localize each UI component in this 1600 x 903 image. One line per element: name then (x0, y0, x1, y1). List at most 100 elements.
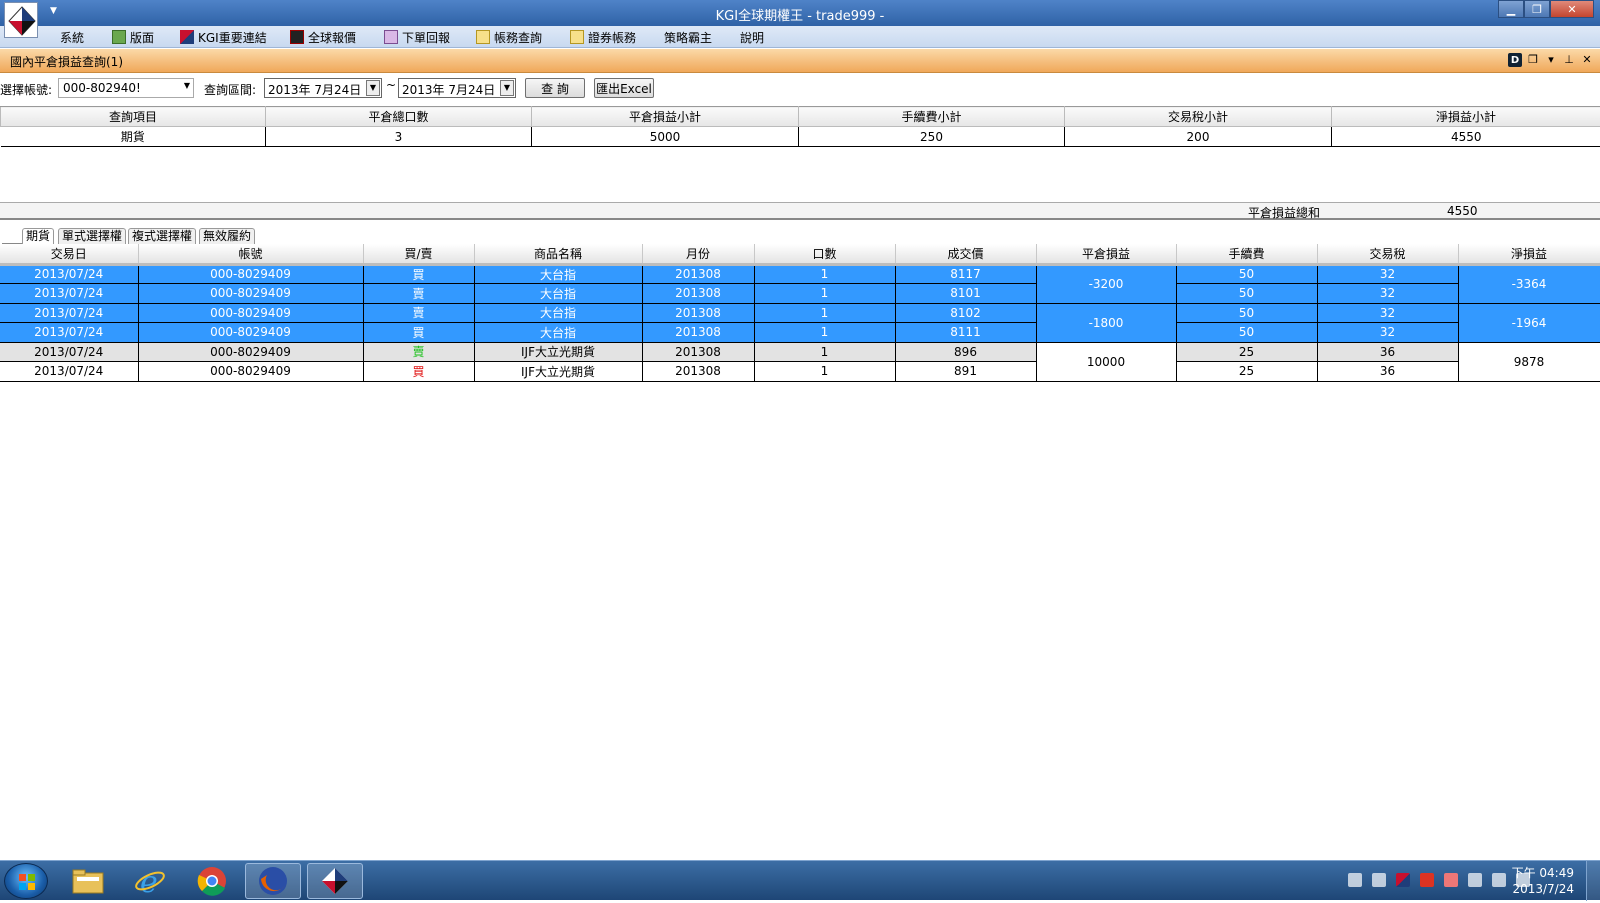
cell-month: 201308 (642, 323, 754, 343)
table-row[interactable]: 2013/07/24 000-8029409 買 IJF大立光期貨 201308… (0, 362, 1600, 382)
kgi-icon[interactable] (307, 863, 363, 899)
tab-strip: 期貨 單式選擇權 複式選擇權 無效履約 (0, 226, 1600, 244)
cell-tax: 32 (1317, 284, 1458, 304)
summary-cell: 4550 (1332, 127, 1600, 147)
column-header-buy-sell[interactable]: 買/賣 (363, 244, 474, 264)
cell-net-pnl: -3364 (1458, 264, 1600, 303)
usb-icon[interactable] (1468, 873, 1482, 887)
cell-month: 201308 (642, 284, 754, 304)
menu-order-report[interactable]: 下單回報 (384, 29, 450, 45)
display-icon[interactable] (1372, 873, 1386, 887)
cell-buy-sell: 買 (363, 323, 474, 343)
window-title: KGI全球期權王 - trade999 - (0, 5, 1600, 24)
cell-buy-sell: 買 (363, 362, 474, 382)
cell-buy-sell: 賣 (363, 303, 474, 323)
order-report-icon (384, 30, 398, 44)
menu-system[interactable]: 系統 (60, 29, 84, 45)
date-to-picker[interactable]: 2013年 7月24日 ▼ (398, 78, 516, 98)
cell-account: 000-8029409 (138, 303, 363, 323)
cell-close-pnl: -3200 (1036, 264, 1176, 303)
volume-icon[interactable] (1348, 873, 1362, 887)
ie-icon[interactable]: e (122, 863, 178, 899)
summary-row[interactable]: 期貨 3 5000 250 200 4550 (1, 127, 1600, 147)
summary-cell: 5000 (532, 127, 799, 147)
column-header-net-pnl[interactable]: 淨損益 (1458, 244, 1600, 264)
show-desktop-button[interactable] (1586, 861, 1600, 901)
cell-fee: 50 (1176, 303, 1317, 323)
folder-icon[interactable] (60, 863, 116, 899)
cell-price: 8102 (895, 303, 1036, 323)
menu-kgi-links[interactable]: KGI重要連結 (180, 29, 267, 45)
cell-lots: 1 (754, 362, 895, 382)
chevron-down-icon: ▼ (184, 81, 190, 90)
security-icon[interactable] (1444, 873, 1458, 887)
column-header-account[interactable]: 帳號 (138, 244, 363, 264)
kgi-tray-icon[interactable] (1396, 873, 1410, 887)
column-header-price[interactable]: 成交價 (895, 244, 1036, 264)
calendar-dropdown-icon[interactable]: ▼ (500, 80, 514, 96)
table-row[interactable]: 2013/07/24 000-8029409 買 大台指 201308 1 81… (0, 264, 1600, 284)
cell-lots: 1 (754, 342, 895, 362)
pin-icon[interactable]: ⊥ (1562, 53, 1576, 67)
query-button[interactable]: 查 詢 (525, 78, 585, 98)
panel-close-icon[interactable]: ✕ (1580, 53, 1594, 67)
calendar-dropdown-icon[interactable]: ▼ (366, 80, 380, 96)
column-header-lots[interactable]: 口數 (754, 244, 895, 264)
summary-header[interactable]: 交易稅小計 (1065, 107, 1332, 127)
cell-close-pnl: -1800 (1036, 303, 1176, 342)
tab-invalid-exercise[interactable]: 無效履約 (199, 228, 255, 244)
summary-header[interactable]: 手續費小計 (799, 107, 1065, 127)
column-header-close-pnl[interactable]: 平倉損益 (1036, 244, 1176, 264)
float-window-icon[interactable]: ❐ (1526, 53, 1540, 67)
d-icon[interactable]: D (1508, 53, 1522, 67)
export-excel-button[interactable]: 匯出Excel (594, 78, 654, 98)
column-header-tax[interactable]: 交易稅 (1317, 244, 1458, 264)
panel-menu-dropdown-icon[interactable]: ▾ (1544, 53, 1558, 67)
summary-header[interactable]: 平倉總口數 (266, 107, 532, 127)
column-header-product[interactable]: 商品名稱 (474, 244, 642, 264)
cell-close-pnl: 10000 (1036, 342, 1176, 381)
tab-single-options[interactable]: 單式選擇權 (58, 228, 126, 244)
menu-layout[interactable]: 版面 (112, 29, 154, 45)
summary-header[interactable]: 查詢項目 (1, 107, 266, 127)
minimize-button[interactable]: ▁ (1498, 0, 1524, 18)
menu-global-quotes[interactable]: 全球報價 (290, 29, 356, 45)
cell-date: 2013/07/24 (0, 362, 138, 382)
cell-price: 8111 (895, 323, 1036, 343)
date-from-picker[interactable]: 2013年 7月24日 ▼ (264, 78, 382, 98)
summary-cell: 期貨 (1, 127, 266, 147)
app-logo[interactable] (4, 2, 38, 38)
tab-futures[interactable]: 期貨 (22, 228, 54, 244)
clock[interactable]: 下午 04:49 2013/7/24 (1512, 865, 1574, 897)
table-row[interactable]: 2013/07/24 000-8029409 賣 大台指 201308 1 81… (0, 284, 1600, 304)
acrobat-icon[interactable] (1420, 873, 1434, 887)
cell-date: 2013/07/24 (0, 342, 138, 362)
table-row[interactable]: 2013/07/24 000-8029409 賣 大台指 201308 1 81… (0, 303, 1600, 323)
action-center-flag-icon[interactable] (1492, 873, 1506, 887)
close-button[interactable]: ✕ (1550, 0, 1594, 18)
cell-price: 8101 (895, 284, 1036, 304)
column-header-month[interactable]: 月份 (642, 244, 754, 264)
menu-strategy[interactable]: 策略霸主 (664, 29, 712, 45)
chrome-icon[interactable] (184, 863, 240, 899)
column-header-date[interactable]: 交易日 (0, 244, 138, 264)
menu-account-query[interactable]: 帳務查詢 (476, 29, 542, 45)
cell-fee: 50 (1176, 323, 1317, 343)
summary-cell: 3 (266, 127, 532, 147)
start-button[interactable] (4, 863, 48, 899)
tab-combo-options[interactable]: 複式選擇權 (128, 228, 196, 244)
cell-lots: 1 (754, 323, 895, 343)
cell-account: 000-8029409 (138, 362, 363, 382)
column-header-fee[interactable]: 手續費 (1176, 244, 1317, 264)
summary-header[interactable]: 淨損益小計 (1332, 107, 1600, 127)
account-select[interactable]: 000-802940! ▼ (58, 78, 194, 98)
cell-buy-sell: 買 (363, 264, 474, 284)
table-row[interactable]: 2013/07/24 000-8029409 買 大台指 201308 1 81… (0, 323, 1600, 343)
menu-securities-account[interactable]: 證券帳務 (570, 29, 636, 45)
firefox-icon[interactable] (245, 863, 301, 899)
menu-help[interactable]: 說明 (740, 29, 764, 45)
summary-header[interactable]: 平倉損益小計 (532, 107, 799, 127)
maximize-button[interactable]: ❐ (1524, 0, 1550, 18)
table-row[interactable]: 2013/07/24 000-8029409 賣 IJF大立光期貨 201308… (0, 342, 1600, 362)
cell-price: 891 (895, 362, 1036, 382)
